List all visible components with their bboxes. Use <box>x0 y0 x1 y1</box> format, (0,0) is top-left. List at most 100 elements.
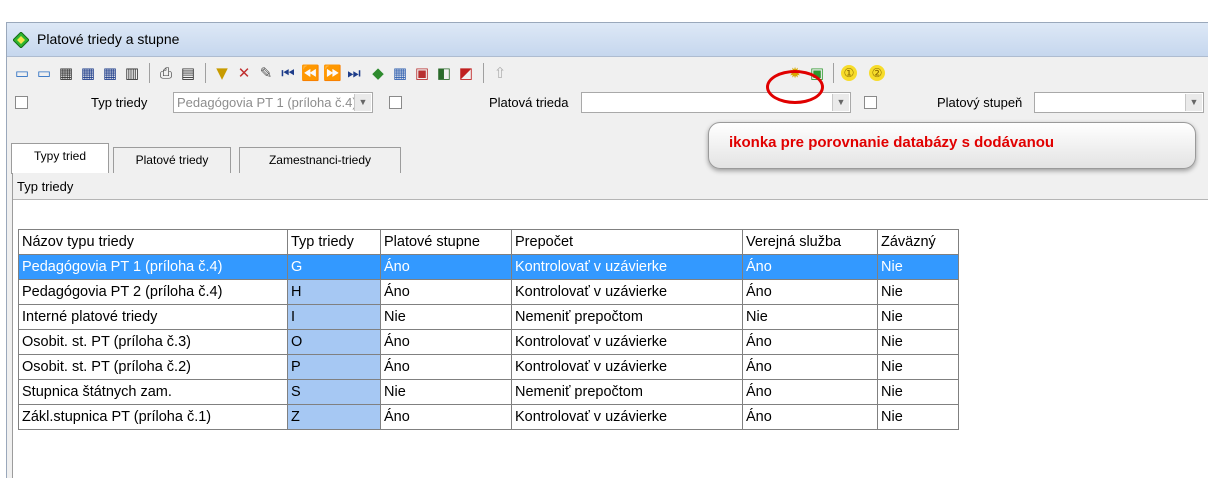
up-arrow-icon[interactable]: ⇧ <box>491 64 509 82</box>
table-row[interactable]: Stupnica štátnych zam. S Nie Nemeniť prepoč… <box>18 379 959 405</box>
filter-bar: Typ triedy Pedagógovia PT 1 (príloha č.4… <box>7 89 1208 119</box>
tab-typy-tried[interactable]: Typy tried <box>11 143 109 174</box>
toolbar-separator <box>205 63 206 83</box>
table-cell[interactable]: Kontrolovať v uzávierke <box>511 404 743 430</box>
table-cell[interactable]: Kontrolovať v uzávierke <box>511 279 743 305</box>
filter-icon[interactable]: ▼ <box>213 64 231 82</box>
toolbar: ▭ ▭ ▦ ▦ ▦ ▥ ⎙ ▤ ▼ ✕ ✎ ⏮ ⏪ ⏩ ⏭ ◆ ▦ ▣ ◧ ◩ … <box>7 57 1208 89</box>
table-cell[interactable]: Kontrolovať v uzávierke <box>511 354 743 380</box>
table-cell[interactable]: Pedagógovia PT 2 (príloha č.4) <box>18 279 288 305</box>
column-header[interactable]: Verejná služba <box>742 229 878 255</box>
table-cell[interactable]: Áno <box>380 254 512 280</box>
tab-zamestnanci-triedy[interactable]: Zamestnanci-triedy <box>239 147 401 173</box>
table-cell[interactable]: Áno <box>742 254 878 280</box>
table-cell[interactable]: Áno <box>380 279 512 305</box>
table-copy-icon[interactable]: ▦ <box>101 64 119 82</box>
table-cell[interactable]: Áno <box>380 329 512 355</box>
import-icon[interactable]: ◧ <box>435 64 453 82</box>
calendar-icon[interactable]: ▦ <box>391 64 409 82</box>
number-two-icon[interactable]: ② <box>869 65 885 81</box>
first-record-icon[interactable]: ⏮ <box>279 64 297 82</box>
edit-pen-icon[interactable]: ✎ <box>257 64 275 82</box>
column-header[interactable]: Typ triedy <box>287 229 381 255</box>
tab-platove-triedy[interactable]: Platové triedy <box>113 147 231 173</box>
last-record-icon[interactable]: ⏭ <box>345 64 363 82</box>
table-cell[interactable]: P <box>287 354 381 380</box>
panel-header: Typ triedy <box>13 173 1208 200</box>
table-cell[interactable]: I <box>287 304 381 330</box>
chevron-down-icon[interactable]: ▼ <box>354 94 371 111</box>
chevron-down-icon[interactable]: ▼ <box>1185 94 1202 111</box>
table-cell[interactable]: Nie <box>877 354 959 380</box>
column-header[interactable]: Názov typu triedy <box>18 229 288 255</box>
table-cell[interactable]: O <box>287 329 381 355</box>
table-cell[interactable]: S <box>287 379 381 405</box>
column-header[interactable]: Prepočet <box>511 229 743 255</box>
table-cell[interactable]: Áno <box>380 354 512 380</box>
table-row[interactable]: Osobit. st. PT (príloha č.3) O Áno Kontrolo… <box>18 329 959 355</box>
table-cell[interactable]: Nemeniť prepočtom <box>511 379 743 405</box>
title-bar: Platové triedy a stupne <box>7 23 1208 57</box>
table-cell[interactable]: Áno <box>742 354 878 380</box>
table-cell[interactable]: Nie <box>877 404 959 430</box>
table-cell[interactable]: G <box>287 254 381 280</box>
table-cell[interactable]: Nie <box>877 304 959 330</box>
table-cell[interactable]: Nie <box>877 279 959 305</box>
table-cell[interactable]: Osobit. st. PT (príloha č.2) <box>18 354 288 380</box>
table-row[interactable]: Interné platové triedy I Nie Nemeniť prepoč… <box>18 304 959 330</box>
delete-record-icon[interactable]: ▭ <box>35 64 53 82</box>
table-edit-icon[interactable]: ▦ <box>79 64 97 82</box>
insert-record-icon[interactable]: ▭ <box>13 64 31 82</box>
next-record-icon[interactable]: ⏩ <box>323 64 342 82</box>
table-row[interactable]: Osobit. st. PT (príloha č.2) P Áno Kontrolo… <box>18 354 959 380</box>
table-row[interactable]: Zákl.stupnica PT (príloha č.1) Z Áno Kontro… <box>18 404 959 430</box>
export-icon[interactable]: ▣ <box>413 64 431 82</box>
table-cell[interactable]: Nie <box>742 304 878 330</box>
table-row[interactable]: Pedagógovia PT 1 (príloha č.4) G Áno Kontro… <box>18 254 959 280</box>
table-cell[interactable]: Osobit. st. PT (príloha č.3) <box>18 329 288 355</box>
platovy-stupen-checkbox[interactable] <box>864 96 877 109</box>
table-cell[interactable]: Kontrolovať v uzávierke <box>511 254 743 280</box>
table-cell[interactable]: Z <box>287 404 381 430</box>
preview-icon[interactable]: ▤ <box>179 64 197 82</box>
typ-triedy-combo[interactable]: Pedagógovia PT 1 (príloha č.4) ▼ <box>173 92 373 113</box>
table-cell[interactable]: Interné platové triedy <box>18 304 288 330</box>
print-icon[interactable]: ⎙ <box>157 64 175 82</box>
main-window: Platové triedy a stupne ▭ ▭ ▦ ▦ ▦ ▥ ⎙ ▤ … <box>6 22 1208 478</box>
platovy-stupen-combo[interactable]: ▼ <box>1034 92 1204 113</box>
table-cell[interactable]: H <box>287 279 381 305</box>
table-cell[interactable]: Stupnica štátnych zam. <box>18 379 288 405</box>
trash-icon[interactable]: ▥ <box>123 64 141 82</box>
table-cell[interactable]: Áno <box>742 279 878 305</box>
red-green-icon[interactable]: ◩ <box>457 64 475 82</box>
table-cell[interactable]: Áno <box>742 329 878 355</box>
table-cell[interactable]: Nie <box>380 379 512 405</box>
multi-color-icon[interactable]: ◆ <box>369 64 387 82</box>
column-header[interactable]: Záväzný <box>877 229 959 255</box>
table-cell[interactable]: Nie <box>380 304 512 330</box>
table-header-row: Názov typu triedy Typ triedy Platové stu… <box>18 229 959 255</box>
chevron-down-icon[interactable]: ▼ <box>832 94 849 111</box>
column-header[interactable]: Platové stupne <box>380 229 512 255</box>
table-cell[interactable]: Nie <box>877 254 959 280</box>
table-cell[interactable]: Áno <box>742 404 878 430</box>
typ-triedy-value: Pedagógovia PT 1 (príloha č.4) <box>177 95 357 110</box>
table-cell[interactable]: Áno <box>742 379 878 405</box>
platova-trieda-label: Platová trieda <box>489 95 569 110</box>
grid-view-icon[interactable]: ▦ <box>57 64 75 82</box>
platova-trieda-checkbox[interactable] <box>389 96 402 109</box>
clear-filter-icon[interactable]: ✕ <box>235 64 253 82</box>
typ-triedy-checkbox[interactable] <box>15 96 28 109</box>
table-cell[interactable]: Nemeniť prepočtom <box>511 304 743 330</box>
table-cell[interactable]: Áno <box>380 404 512 430</box>
typ-triedy-label: Typ triedy <box>91 95 148 110</box>
table-row[interactable]: Pedagógovia PT 2 (príloha č.4) H Áno Kontro… <box>18 279 959 305</box>
table-cell[interactable]: Nie <box>877 329 959 355</box>
table-cell[interactable]: Nie <box>877 379 959 405</box>
toolbar-separator <box>149 63 150 83</box>
table-cell[interactable]: Zákl.stupnica PT (príloha č.1) <box>18 404 288 430</box>
table-cell[interactable]: Kontrolovať v uzávierke <box>511 329 743 355</box>
number-one-icon[interactable]: ① <box>841 65 857 81</box>
table-cell[interactable]: Pedagógovia PT 1 (príloha č.4) <box>18 254 288 280</box>
previous-record-icon[interactable]: ⏪ <box>301 64 320 82</box>
